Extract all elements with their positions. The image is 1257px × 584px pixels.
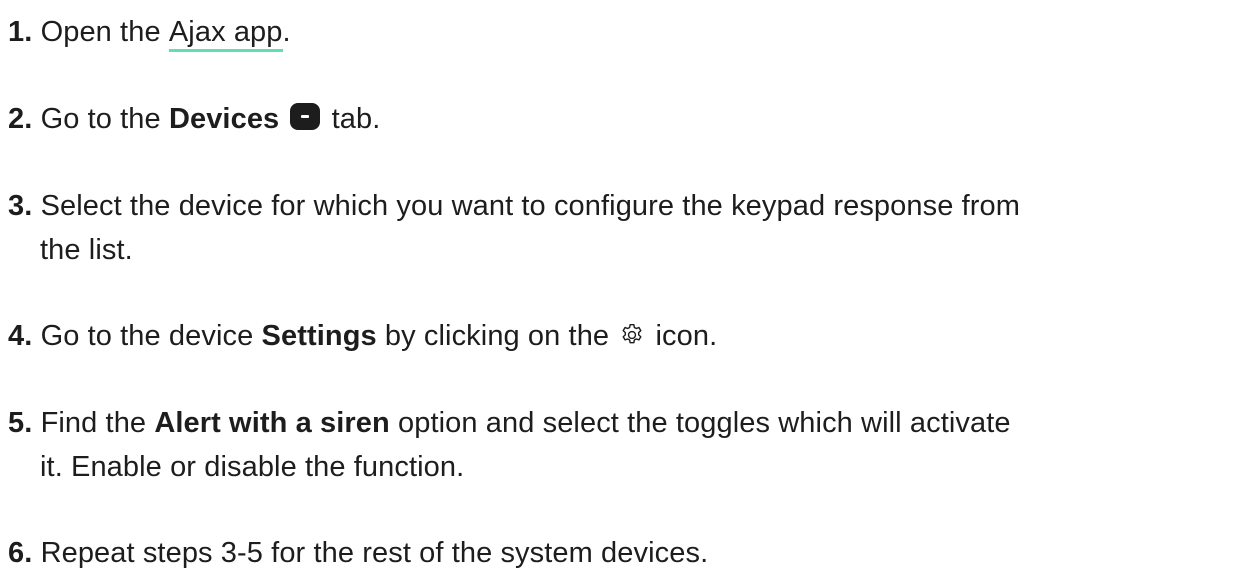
ajax-app-link[interactable]: Ajax app: [168, 16, 283, 52]
step-text: Find the: [40, 407, 147, 439]
gear-icon: [622, 324, 642, 344]
settings-label: Settings: [261, 320, 377, 352]
step-text: icon.: [655, 320, 718, 352]
step-number: 6.: [8, 537, 33, 569]
step-number: 1.: [8, 16, 33, 48]
step-text-continued: it. Enable or disable the function.: [40, 451, 465, 483]
step-text: option and select the toggles which will…: [397, 407, 1011, 439]
step-text: Select the device for which you want to …: [40, 190, 1020, 222]
step-text: Go to the device: [40, 320, 254, 352]
step-text: by clicking on the: [384, 320, 610, 352]
step-text: Repeat steps 3-5 for the rest of the sys…: [40, 537, 709, 569]
step-number: 3.: [8, 190, 33, 222]
step-2: 2. Go to the Devices tab.: [8, 97, 380, 141]
step-4: 4. Go to the device Settings by clicking…: [8, 314, 717, 358]
step-number: 5.: [8, 407, 33, 439]
step-text: tab.: [331, 103, 381, 135]
devices-tab-icon: [290, 103, 321, 130]
step-text: Go to the: [40, 103, 161, 135]
alert-with-siren-label: Alert with a siren: [154, 407, 390, 439]
devices-tab-label: Devices: [168, 103, 280, 135]
step-text: .: [282, 16, 291, 48]
step-3: 3. Select the device for which you want …: [8, 184, 1020, 272]
step-1: 1. Open the Ajax app.: [8, 10, 291, 54]
step-5: 5. Find the Alert with a siren option an…: [8, 401, 1011, 489]
step-number: 2.: [8, 103, 33, 135]
step-6: 6. Repeat steps 3-5 for the rest of the …: [8, 531, 708, 575]
step-text: Open the: [40, 16, 161, 48]
step-number: 4.: [8, 320, 33, 352]
step-text-continued: the list.: [40, 234, 133, 266]
